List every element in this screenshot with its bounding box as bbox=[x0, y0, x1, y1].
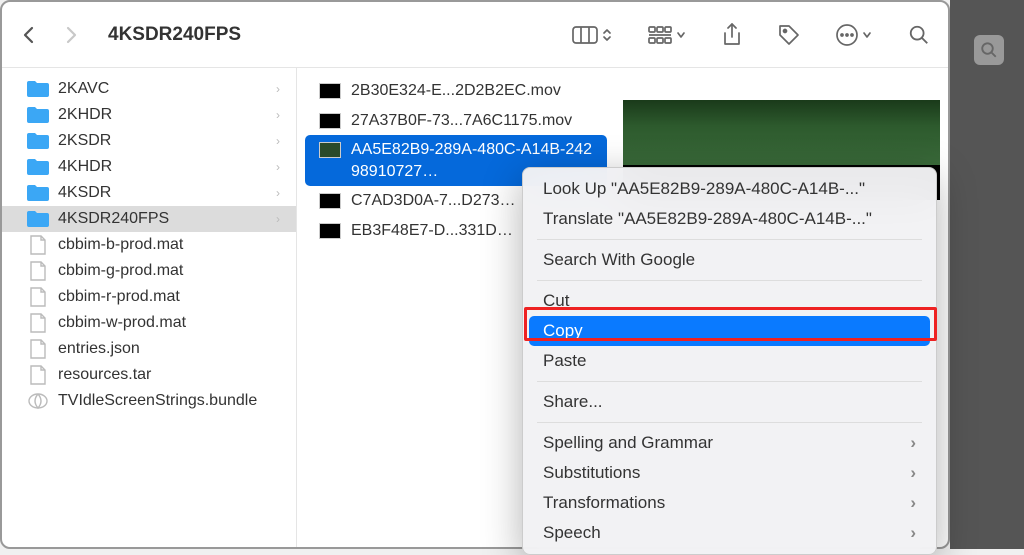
menu-copy[interactable]: Copy bbox=[529, 316, 930, 346]
sidebar-item-label: cbbim-r-prod.mat bbox=[58, 288, 180, 306]
sidebar-item-label: resources.tar bbox=[58, 366, 151, 384]
folder-icon bbox=[26, 79, 50, 99]
sidebar: 2KAVC›2KHDR›2KSDR›4KHDR›4KSDR›4KSDR240FP… bbox=[2, 68, 297, 547]
sidebar-item[interactable]: resources.tar bbox=[2, 362, 296, 388]
chevron-right-icon: › bbox=[910, 523, 916, 543]
sidebar-item-label: 4KHDR bbox=[58, 158, 112, 176]
sidebar-item[interactable]: entries.json bbox=[2, 336, 296, 362]
menu-transformations[interactable]: Transformations› bbox=[523, 488, 936, 518]
bundle-icon bbox=[26, 391, 50, 411]
folder-icon bbox=[26, 183, 50, 203]
sidebar-item-label: TVIdleScreenStrings.bundle bbox=[58, 392, 257, 410]
chevron-right-icon: › bbox=[276, 160, 280, 174]
menu-cut[interactable]: Cut bbox=[523, 286, 936, 316]
menu-spelling[interactable]: Spelling and Grammar› bbox=[523, 428, 936, 458]
folder-icon bbox=[26, 209, 50, 229]
file-icon bbox=[26, 313, 50, 333]
file-label: 2B30E324-E...2D2B2EC.mov bbox=[351, 80, 561, 102]
file-item[interactable]: 27A37B0F-73...7A6C1175.mov bbox=[297, 106, 615, 136]
video-thumbnail-icon bbox=[319, 142, 341, 158]
chevron-right-icon: › bbox=[910, 493, 916, 513]
file-icon bbox=[26, 261, 50, 281]
menu-paste[interactable]: Paste bbox=[523, 346, 936, 376]
menu-share[interactable]: Share... bbox=[523, 387, 936, 417]
chevron-right-icon: › bbox=[276, 134, 280, 148]
sidebar-item[interactable]: 2KAVC › bbox=[2, 76, 296, 102]
sidebar-item[interactable]: TVIdleScreenStrings.bundle bbox=[2, 388, 296, 414]
sidebar-item-label: cbbim-g-prod.mat bbox=[58, 262, 183, 280]
context-menu: Look Up "AA5E82B9-289A-480C-A14B-..." Tr… bbox=[522, 167, 937, 555]
menu-translate[interactable]: Translate "AA5E82B9-289A-480C-A14B-..." bbox=[523, 204, 936, 234]
chevron-right-icon: › bbox=[910, 463, 916, 483]
file-icon bbox=[26, 235, 50, 255]
file-label: C7AD3D0A-7...D273… bbox=[351, 190, 516, 212]
video-thumbnail-icon bbox=[319, 113, 341, 129]
folder-icon bbox=[26, 157, 50, 177]
share-button[interactable] bbox=[722, 23, 742, 47]
action-menu-button[interactable] bbox=[836, 24, 872, 46]
file-icon bbox=[26, 339, 50, 359]
sidebar-item-label: 2KHDR bbox=[58, 106, 112, 124]
sidebar-item-label: 2KAVC bbox=[58, 80, 109, 98]
video-thumbnail-icon bbox=[319, 223, 341, 239]
window-title: 4KSDR240FPS bbox=[108, 24, 572, 46]
secondary-search-icon bbox=[974, 35, 1004, 65]
file-icon bbox=[26, 287, 50, 307]
sidebar-item[interactable]: 4KHDR › bbox=[2, 154, 296, 180]
sidebar-item-label: 2KSDR bbox=[58, 132, 111, 150]
sidebar-item[interactable]: 2KHDR › bbox=[2, 102, 296, 128]
folder-icon bbox=[26, 105, 50, 125]
file-icon bbox=[26, 365, 50, 385]
back-button[interactable] bbox=[20, 26, 38, 44]
sidebar-item[interactable]: cbbim-g-prod.mat bbox=[2, 258, 296, 284]
sidebar-item[interactable]: cbbim-r-prod.mat bbox=[2, 284, 296, 310]
view-columns-button[interactable] bbox=[572, 25, 612, 45]
sidebar-item[interactable]: 4KSDR › bbox=[2, 180, 296, 206]
sidebar-item-label: cbbim-b-prod.mat bbox=[58, 236, 183, 254]
menu-speech[interactable]: Speech› bbox=[523, 518, 936, 548]
search-button[interactable] bbox=[908, 24, 930, 46]
menu-lookup[interactable]: Look Up "AA5E82B9-289A-480C-A14B-..." bbox=[523, 174, 936, 204]
video-thumbnail-icon bbox=[319, 83, 341, 99]
toolbar: 4KSDR240FPS bbox=[2, 2, 948, 68]
group-button[interactable] bbox=[648, 26, 686, 44]
sidebar-item[interactable]: 2KSDR › bbox=[2, 128, 296, 154]
file-label: EB3F48E7-D...331D… bbox=[351, 220, 513, 242]
chevron-right-icon: › bbox=[276, 212, 280, 226]
sidebar-item-label: cbbim-w-prod.mat bbox=[58, 314, 186, 332]
file-label: 27A37B0F-73...7A6C1175.mov bbox=[351, 110, 572, 132]
chevron-right-icon: › bbox=[276, 108, 280, 122]
sidebar-item[interactable]: cbbim-b-prod.mat bbox=[2, 232, 296, 258]
chevron-right-icon: › bbox=[276, 82, 280, 96]
video-thumbnail-icon bbox=[319, 193, 341, 209]
sidebar-item-label: entries.json bbox=[58, 340, 140, 358]
sidebar-item-label: 4KSDR bbox=[58, 184, 111, 202]
file-item[interactable]: 2B30E324-E...2D2B2EC.mov bbox=[297, 76, 615, 106]
sidebar-item[interactable]: 4KSDR240FPS › bbox=[2, 206, 296, 232]
folder-icon bbox=[26, 131, 50, 151]
menu-search-google[interactable]: Search With Google bbox=[523, 245, 936, 275]
menu-substitutions[interactable]: Substitutions› bbox=[523, 458, 936, 488]
chevron-right-icon: › bbox=[276, 186, 280, 200]
chevron-right-icon: › bbox=[910, 433, 916, 453]
tags-button[interactable] bbox=[778, 24, 800, 46]
forward-button[interactable] bbox=[62, 26, 80, 44]
sidebar-item[interactable]: cbbim-w-prod.mat bbox=[2, 310, 296, 336]
sidebar-item-label: 4KSDR240FPS bbox=[58, 210, 169, 228]
